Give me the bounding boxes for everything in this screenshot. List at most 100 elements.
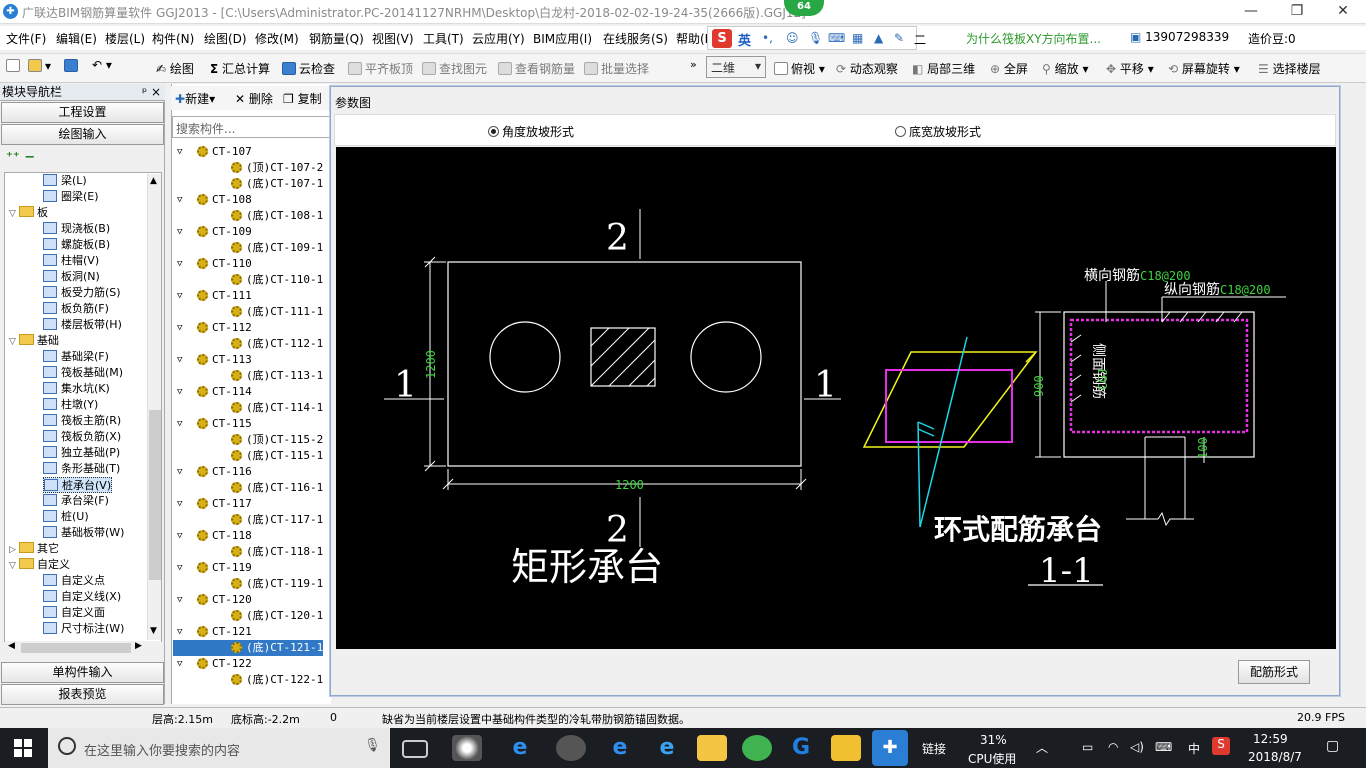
taskbar-link[interactable]: 链接: [922, 740, 946, 757]
tree-item[interactable]: 桩(U): [43, 509, 89, 525]
menu-rebar[interactable]: 钢筋量(Q): [309, 30, 364, 47]
tree-item[interactable]: 板受力筋(S): [43, 285, 121, 301]
tree-item[interactable]: 独立基础(P): [43, 445, 120, 461]
component-group[interactable]: ▽ CT-111: [173, 288, 252, 304]
battery-icon[interactable]: ▭: [1082, 740, 1093, 754]
component-item[interactable]: (顶)CT-115-2: [173, 432, 323, 448]
component-item[interactable]: (顶)CT-107-2: [173, 160, 323, 176]
top-view-button[interactable]: 俯视 ▾: [774, 60, 825, 77]
menu-draw[interactable]: 绘图(D): [204, 30, 247, 47]
view-rebar-button[interactable]: 查看钢筋量: [498, 60, 575, 77]
chevron-down-icon[interactable]: ▽: [177, 352, 182, 368]
edge-icon[interactable]: e: [605, 735, 635, 761]
align-slab-button[interactable]: 平齐板顶: [348, 60, 413, 77]
tree-item[interactable]: 筏板主筋(R): [43, 413, 121, 429]
dynamic-observe-button[interactable]: ⟳ 动态观察: [836, 60, 898, 77]
cloud-check-button[interactable]: 云检查: [282, 60, 335, 77]
skin-icon[interactable]: ▦: [852, 31, 863, 45]
file-explorer-icon[interactable]: [697, 735, 727, 761]
microphone-icon[interactable]: 🎙: [808, 31, 823, 45]
maximize-button[interactable]: ❐: [1274, 0, 1320, 24]
360-browser-icon[interactable]: [742, 735, 772, 761]
undo-icon[interactable]: ↶ ▾: [92, 58, 112, 72]
tree-item[interactable]: 自定义点: [43, 573, 105, 589]
keyboard-icon[interactable]: ⌨: [828, 31, 845, 45]
project-settings-button[interactable]: 工程设置: [1, 102, 164, 123]
sogou-tray-icon[interactable]: S: [1212, 737, 1230, 755]
emoji-icon[interactable]: ☺: [786, 31, 799, 45]
component-item[interactable]: (底)CT-120-1: [173, 608, 323, 624]
chevron-down-icon[interactable]: ▽: [177, 560, 182, 576]
tree-folder[interactable]: ▽ 板: [9, 205, 48, 221]
taskbar-search-input[interactable]: 在这里输入你要搜索的内容 🎙: [48, 728, 390, 768]
scroll-down-icon[interactable]: ▼: [150, 626, 157, 636]
mic-icon[interactable]: 🎙: [364, 738, 381, 753]
component-group[interactable]: ▽ CT-115: [173, 416, 252, 432]
tree-item[interactable]: 板负筋(F): [43, 301, 109, 317]
tree-item[interactable]: 承台梁(F): [43, 493, 109, 509]
component-group[interactable]: ▽ CT-113: [173, 352, 252, 368]
notification-badge[interactable]: 64: [784, 0, 824, 16]
tree-item[interactable]: 桩承台(V): [43, 477, 113, 493]
ime-mode[interactable]: 中: [1188, 740, 1200, 757]
chevron-down-icon[interactable]: ▽: [177, 656, 182, 672]
tree-folder[interactable]: ▽ 基础: [9, 333, 59, 349]
component-group[interactable]: ▽ CT-122: [173, 656, 252, 672]
tree-item[interactable]: 集水坑(K): [43, 381, 110, 397]
component-item[interactable]: (底)CT-122-1: [173, 672, 323, 688]
batch-select-button[interactable]: 批量选择: [584, 60, 649, 77]
component-group[interactable]: ▽ CT-112: [173, 320, 252, 336]
notes-app-icon[interactable]: [831, 735, 861, 761]
component-item[interactable]: (底)CT-119-1: [173, 576, 323, 592]
component-group[interactable]: ▽ CT-121: [173, 624, 252, 640]
component-group[interactable]: ▽ CT-108: [173, 192, 252, 208]
tree-item[interactable]: 自定义面: [43, 605, 105, 621]
single-input-button[interactable]: 单构件输入: [1, 662, 164, 683]
menu-bim[interactable]: BIM应用(I): [533, 30, 592, 47]
chevron-down-icon[interactable]: ▽: [177, 224, 182, 240]
cost-beans[interactable]: 造价豆:0: [1248, 30, 1296, 47]
menu-tools[interactable]: 工具(T): [423, 30, 464, 47]
chevron-down-icon[interactable]: ▽: [177, 320, 182, 336]
expand-all-icon[interactable]: ⁺⁺ −: [6, 150, 35, 165]
radio-angle-slope[interactable]: 角度放坡形式: [488, 123, 574, 140]
component-item[interactable]: (底)CT-110-1: [173, 272, 323, 288]
component-group[interactable]: ▽ CT-119: [173, 560, 252, 576]
tree-item[interactable]: 楼层板带(H): [43, 317, 122, 333]
scroll-left-icon[interactable]: ◀: [8, 641, 15, 651]
tree-vertical-scrollbar[interactable]: ▲ ▼: [147, 174, 161, 640]
chevron-down-icon[interactable]: ▽: [177, 144, 182, 160]
menu-modify[interactable]: 修改(M): [255, 30, 299, 47]
tree-item[interactable]: 现浇板(B): [43, 221, 110, 237]
scroll-thumb[interactable]: [149, 410, 161, 580]
draw-button[interactable]: ✍ 绘图: [156, 60, 194, 77]
component-item[interactable]: (底)CT-115-1: [173, 448, 323, 464]
chevron-down-icon[interactable]: ▽: [177, 384, 182, 400]
fan-app-icon[interactable]: [452, 735, 482, 761]
ie-icon[interactable]: e: [505, 735, 535, 761]
scroll-up-icon[interactable]: ▲: [150, 176, 157, 186]
chevron-down-icon[interactable]: ▽: [9, 558, 19, 574]
pin-close-icons[interactable]: ᵖ ×: [142, 84, 161, 100]
copy-component-button[interactable]: ❐ 复制: [283, 90, 322, 107]
ie-browser-icon[interactable]: e: [652, 735, 682, 761]
chevron-down-icon[interactable]: ▽: [177, 288, 182, 304]
component-group[interactable]: ▽ CT-110: [173, 256, 252, 272]
open-folder-icon[interactable]: ▾: [28, 59, 51, 73]
keyboard-tray-icon[interactable]: ⌨: [1155, 740, 1172, 754]
menu-cloud[interactable]: 云应用(Y): [472, 30, 525, 47]
user-account[interactable]: ▣ 13907298339: [1130, 30, 1229, 44]
hscroll-thumb[interactable]: [21, 643, 131, 653]
select-floor-button[interactable]: ☰ 选择楼层: [1258, 60, 1321, 77]
rebar-form-button[interactable]: 配筋形式: [1238, 660, 1310, 684]
menu-component[interactable]: 构件(N): [152, 30, 194, 47]
chevron-down-icon[interactable]: ▽: [177, 624, 182, 640]
save-icon[interactable]: [64, 59, 81, 73]
new-component-button[interactable]: ✚新建▾: [175, 90, 215, 107]
component-group[interactable]: ▽ CT-109: [173, 224, 252, 240]
new-file-icon[interactable]: [6, 59, 23, 73]
find-element-button[interactable]: 查找图元: [422, 60, 487, 77]
menu-floor[interactable]: 楼层(L): [105, 30, 145, 47]
chevron-down-icon[interactable]: ▽: [177, 192, 182, 208]
close-button[interactable]: ✕: [1320, 0, 1366, 24]
